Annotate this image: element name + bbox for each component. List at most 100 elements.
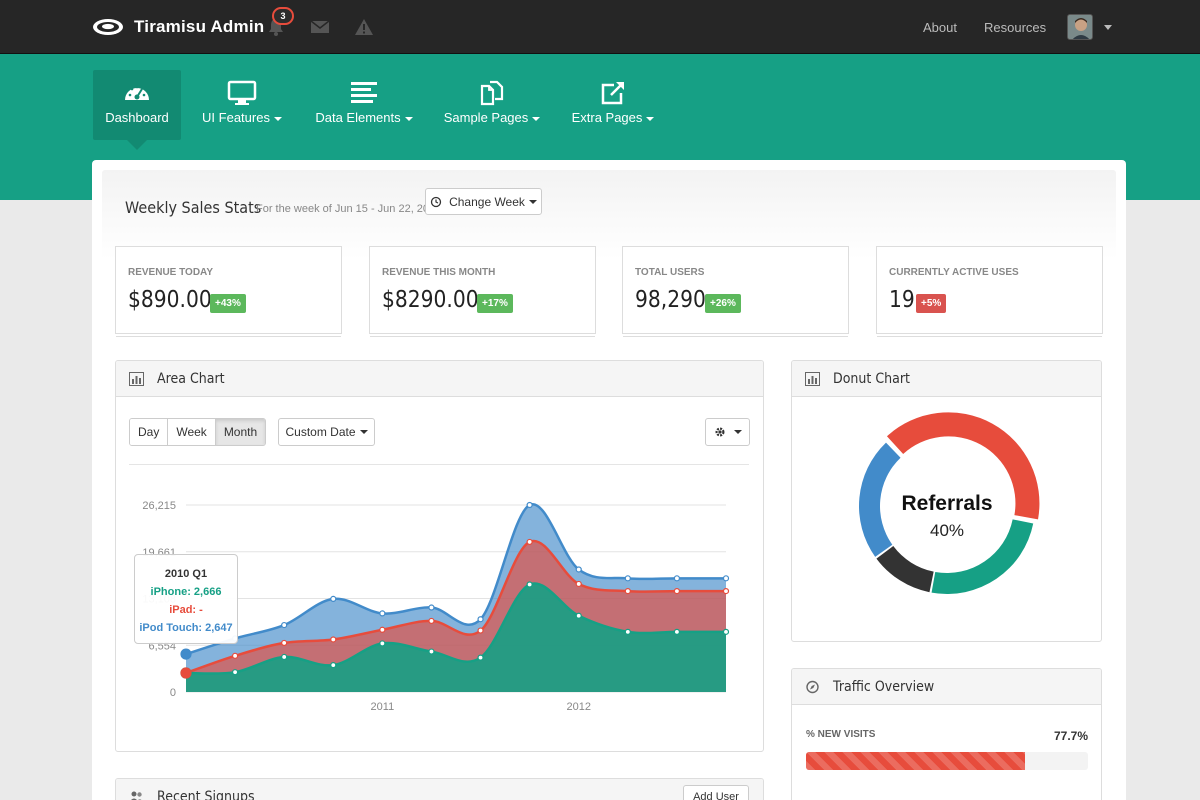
point-ipod-touch[interactable] <box>624 575 631 582</box>
point-ipad[interactable] <box>281 639 288 647</box>
change-week-label: Change Week <box>449 194 525 209</box>
range-week-button[interactable]: Week <box>168 419 216 445</box>
progress-fill <box>806 752 1026 770</box>
point-iphone[interactable] <box>624 628 631 635</box>
point-ipad[interactable] <box>477 627 484 634</box>
traffic-overview-panel: Traffic Overview % NEW VISITS 77.7% <box>791 668 1102 800</box>
point-iphone[interactable] <box>722 628 730 635</box>
point-ipod-touch[interactable] <box>281 621 288 629</box>
point-ipad[interactable] <box>575 580 582 588</box>
stat-active-users: CURRENTLY ACTIVE USES 19 +5% <box>876 246 1103 334</box>
point-iphone[interactable] <box>428 648 435 655</box>
point-ipad[interactable] <box>428 617 435 625</box>
list-icon <box>351 82 377 103</box>
stat-value: $890.00 <box>128 287 212 313</box>
custom-date-button[interactable]: Custom Date <box>278 418 375 446</box>
top-navbar: Tiramisu Admin 3 About Resources <box>0 0 1200 54</box>
range-month-button[interactable]: Month <box>215 419 266 445</box>
envelope-icon[interactable] <box>310 18 330 36</box>
new-visits-progress <box>806 752 1088 770</box>
stats-title: Weekly Sales Stats <box>125 198 262 217</box>
panel-header: Area Chart <box>116 361 763 397</box>
point-iphone[interactable] <box>477 654 484 661</box>
point-ipod-touch[interactable] <box>575 566 582 573</box>
user-photo-icon <box>1068 15 1092 39</box>
stat-change-badge: +43% <box>210 294 246 313</box>
stat-value: 98,290 <box>635 287 706 313</box>
point-ipod-touch[interactable] <box>477 616 484 623</box>
point-ipad[interactable] <box>624 587 631 595</box>
stat-value: 19 <box>889 287 915 313</box>
nav-data-elements[interactable]: Data Elements <box>305 70 423 140</box>
user-avatar[interactable] <box>1067 14 1093 40</box>
point-ipod-touch[interactable] <box>428 604 435 611</box>
point-ipad[interactable] <box>526 538 533 546</box>
files-icon <box>480 80 504 106</box>
point-ipad[interactable] <box>379 626 386 633</box>
point-iphone[interactable] <box>330 662 337 669</box>
point-ipod-touch[interactable] <box>180 648 192 660</box>
donut-slice-social[interactable] <box>876 546 934 593</box>
chevron-down-icon <box>532 116 541 121</box>
chevron-down-icon <box>273 116 282 121</box>
warning-icon[interactable] <box>354 18 374 36</box>
donut-center-label: Referrals <box>901 492 992 515</box>
notification-count-badge[interactable]: 3 <box>272 7 294 25</box>
users-icon <box>131 791 142 800</box>
brand[interactable]: Tiramisu Admin <box>92 14 264 40</box>
point-ipad[interactable] <box>673 587 681 595</box>
content-container: Weekly Sales Stats For the week of Jun 1… <box>92 160 1126 800</box>
point-ipad[interactable] <box>722 587 730 595</box>
point-ipod-touch[interactable] <box>722 575 730 582</box>
area-chart-panel: Area Chart Day Week Month Custom Date 06… <box>115 360 764 752</box>
compass-icon <box>806 680 819 694</box>
point-iphone[interactable] <box>281 653 288 661</box>
y-tick-label: 26,215 <box>142 500 176 512</box>
chart-settings-button[interactable] <box>705 418 750 446</box>
panel-header: Recent Signups Add User <box>116 779 763 800</box>
point-iphone[interactable] <box>231 669 239 676</box>
point-ipod-touch[interactable] <box>330 595 337 602</box>
panel-title: Recent Signups <box>157 789 255 800</box>
resources-link[interactable]: Resources <box>984 20 1046 35</box>
nav-extra-pages[interactable]: Extra Pages <box>563 70 663 140</box>
point-ipod-touch[interactable] <box>379 610 386 617</box>
chevron-down-icon <box>528 199 537 204</box>
point-iphone[interactable] <box>673 628 681 635</box>
donut-slice-search[interactable] <box>859 442 901 557</box>
nav-ui-features[interactable]: UI Features <box>193 70 291 140</box>
eye-logo-icon <box>93 19 123 35</box>
point-ipad[interactable] <box>180 667 192 679</box>
x-tick-label: 2011 <box>371 701 395 713</box>
stat-label: REVENUE THIS MONTH <box>382 267 496 278</box>
x-tick-label: 2012 <box>566 701 590 713</box>
nav-ui-features-label: UI Features <box>202 110 270 125</box>
nav-sample-pages[interactable]: Sample Pages <box>435 70 549 140</box>
point-iphone[interactable] <box>526 581 533 588</box>
user-menu-caret[interactable] <box>1104 25 1112 30</box>
chevron-down-icon <box>404 116 413 121</box>
stat-total-users: TOTAL USERS 98,290 +26% <box>622 246 849 334</box>
nav-dashboard[interactable]: Dashboard <box>93 70 181 150</box>
point-iphone[interactable] <box>379 640 386 647</box>
about-link[interactable]: About <box>923 20 957 35</box>
point-ipod-touch[interactable] <box>526 501 533 509</box>
stat-label: TOTAL USERS <box>635 267 705 278</box>
point-ipod-touch[interactable] <box>673 575 681 582</box>
dashboard-icon <box>125 85 149 100</box>
change-week-button[interactable]: Change Week <box>425 188 542 215</box>
add-user-button[interactable]: Add User <box>683 785 749 800</box>
range-day-button[interactable]: Day <box>130 419 169 445</box>
stat-change-badge: +5% <box>916 294 947 313</box>
metric-label: % NEW VISITS <box>806 729 876 740</box>
stat-change-badge: +17% <box>477 294 513 313</box>
tooltip-iphone: iPhone: 2,666 <box>150 586 222 598</box>
point-iphone[interactable] <box>575 612 582 619</box>
stat-label: CURRENTLY ACTIVE USES <box>889 267 1019 278</box>
chevron-down-icon <box>733 430 742 434</box>
point-ipad[interactable] <box>231 652 239 659</box>
panel-title: Area Chart <box>157 371 225 387</box>
range-button-group: Day Week Month <box>129 418 267 446</box>
point-ipad[interactable] <box>330 636 337 643</box>
chevron-down-icon <box>359 430 368 434</box>
